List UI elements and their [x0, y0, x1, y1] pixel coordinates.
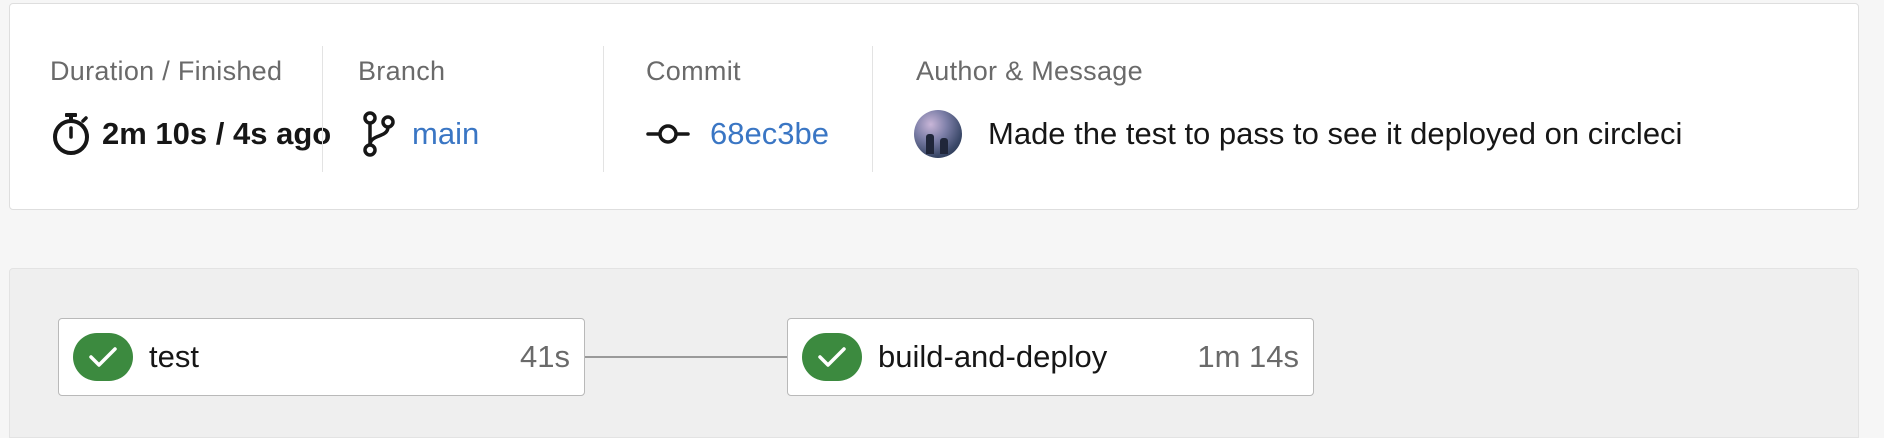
pipeline-summary-card: Duration / Finished 2m 10s / 4s ago Bran…	[9, 3, 1859, 210]
success-check-icon	[802, 333, 862, 381]
branch-link[interactable]: main	[412, 116, 479, 152]
branch-value-row: main	[358, 109, 479, 159]
author-label: Author & Message	[916, 56, 1143, 86]
job-connector-line	[585, 356, 787, 358]
avatar[interactable]	[914, 110, 962, 158]
divider	[322, 46, 323, 172]
divider	[872, 46, 873, 172]
job-duration: 41s	[520, 339, 570, 374]
commit-link[interactable]: 68ec3be	[710, 116, 829, 152]
commit-message: Made the test to pass to see it deployed…	[988, 116, 1683, 151]
job-name: test	[149, 339, 199, 374]
job-name: build-and-deploy	[878, 339, 1108, 374]
success-check-icon	[73, 333, 133, 381]
job-card-build-and-deploy[interactable]: build-and-deploy 1m 14s	[787, 318, 1314, 396]
branch-label: Branch	[358, 56, 446, 86]
author-value-row: Made the test to pass to see it deployed…	[914, 109, 1682, 159]
divider	[603, 46, 604, 172]
duration-value: 2m 10s / 4s ago	[102, 116, 332, 151]
duration-value-row: 2m 10s / 4s ago	[50, 109, 331, 159]
commit-label: Commit	[646, 56, 741, 86]
stopwatch-icon	[50, 111, 92, 157]
duration-label: Duration / Finished	[50, 56, 283, 86]
git-branch-icon	[358, 110, 398, 158]
job-duration: 1m 14s	[1197, 339, 1299, 374]
job-card-test[interactable]: test 41s	[58, 318, 585, 396]
git-commit-icon	[646, 119, 690, 149]
commit-value-row: 68ec3be	[646, 109, 829, 159]
